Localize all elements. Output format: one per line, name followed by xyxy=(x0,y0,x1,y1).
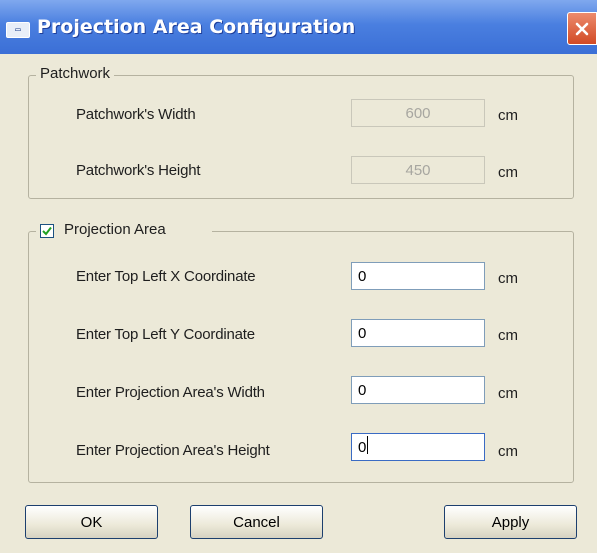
projection-height-unit: cm xyxy=(498,443,518,460)
close-button[interactable] xyxy=(567,12,597,45)
top-left-y-unit: cm xyxy=(498,327,518,344)
apply-button[interactable]: Apply xyxy=(444,505,577,539)
patchwork-height-field xyxy=(351,156,485,184)
patchwork-height-unit: cm xyxy=(498,164,518,181)
projection-area-checkbox[interactable] xyxy=(40,224,54,238)
patchwork-width-field xyxy=(351,99,485,127)
window-title: Projection Area Configuration xyxy=(37,16,356,38)
top-left-y-label: Enter Top Left Y Coordinate xyxy=(76,326,255,343)
patchwork-legend: Patchwork xyxy=(36,65,115,82)
projection-height-input[interactable] xyxy=(351,433,485,461)
patchwork-group xyxy=(28,75,574,199)
ok-button[interactable]: OK xyxy=(25,505,158,539)
patchwork-height-label: Patchwork's Height xyxy=(76,162,201,179)
text-caret xyxy=(367,436,368,454)
patchwork-width-unit: cm xyxy=(498,107,518,124)
projection-width-label: Enter Projection Area's Width xyxy=(76,384,265,401)
projection-width-unit: cm xyxy=(498,385,518,402)
projection-area-legend: Projection Area xyxy=(36,221,212,241)
top-left-x-unit: cm xyxy=(498,270,518,287)
dialog-window: ▭ Projection Area Configuration Patchwor… xyxy=(0,0,597,553)
app-window-icon: ▭ xyxy=(6,22,30,38)
close-icon xyxy=(575,22,589,35)
checkmark-icon xyxy=(42,226,52,236)
cancel-button[interactable]: Cancel xyxy=(190,505,323,539)
projection-height-label: Enter Projection Area's Height xyxy=(76,442,270,459)
top-left-x-input[interactable] xyxy=(351,262,485,290)
projection-area-label: Projection Area xyxy=(64,221,166,238)
title-bar[interactable]: ▭ Projection Area Configuration xyxy=(0,0,597,54)
top-left-x-label: Enter Top Left X Coordinate xyxy=(76,268,256,285)
patchwork-width-label: Patchwork's Width xyxy=(76,106,196,123)
top-left-y-input[interactable] xyxy=(351,319,485,347)
projection-width-input[interactable] xyxy=(351,376,485,404)
